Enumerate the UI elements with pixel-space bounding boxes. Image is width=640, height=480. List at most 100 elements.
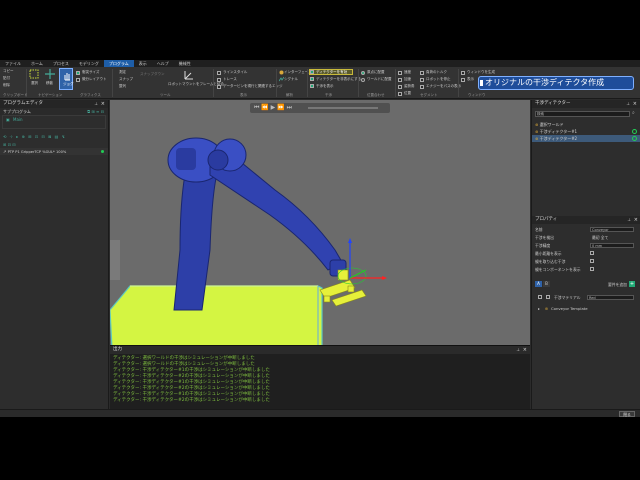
pin-icon[interactable]: ⊥	[95, 100, 98, 108]
menu-help[interactable]: ヘルプ	[152, 60, 174, 67]
detector-item-icon: ⊛	[535, 122, 539, 127]
menu-home[interactable]: ホーム	[26, 60, 48, 67]
energy-label: エナジーをパスの表示	[426, 84, 461, 88]
prop-precision-input[interactable]: 0 mm	[590, 243, 634, 248]
properties-title: プロパティ ⊥ ×	[532, 216, 640, 224]
window-create-checkbox[interactable]	[461, 71, 465, 75]
collision-size-checkbox[interactable]	[76, 71, 80, 75]
align-button[interactable]: 整列	[119, 84, 126, 89]
select-icon[interactable]	[29, 69, 39, 79]
axis-icon[interactable]	[183, 69, 195, 81]
paste-button[interactable]: 貼付	[3, 76, 10, 81]
delete-button[interactable]: 削除	[3, 83, 10, 88]
group-collision: 干渉	[325, 93, 332, 97]
menu-view[interactable]: 表示	[134, 60, 152, 67]
snapdown-button[interactable]: スナップダウン	[140, 72, 165, 77]
properties-close-icon[interactable]: ×	[634, 216, 638, 224]
show-collision-label: 干渉を表示	[316, 84, 334, 88]
accel-label: 加速	[404, 77, 411, 81]
detector-search-input[interactable]: 検索	[535, 111, 630, 117]
prop-name-input[interactable]: Conveyor	[590, 227, 634, 232]
menu-program[interactable]: プログラム	[103, 60, 134, 67]
tab-a[interactable]: A	[535, 281, 542, 287]
detector-item[interactable]: ⊛ 選択ワールド	[532, 121, 640, 128]
tree-item[interactable]: Conveyor Template	[551, 306, 588, 311]
tab-b[interactable]: B	[543, 281, 550, 287]
statement-toolbar[interactable]: ⟲ ⊹ ▸ ⊕ ⊞ ⊡ ⊟ ⊠ ▤ ↯	[0, 133, 108, 140]
show-collision-checkbox[interactable]	[310, 84, 314, 88]
statement-toolbar-2[interactable]: ⊞ ⊡ ⊟	[0, 141, 108, 148]
detector-active-ring	[632, 136, 637, 141]
origin-label: 原点に配置	[367, 70, 385, 74]
3d-viewport[interactable]: ⏮ ⏪ ▶ ⏩ ⏭	[110, 100, 530, 348]
detector-item-selected[interactable]: ⊛ 干渉ディテクター#2	[532, 135, 640, 142]
copy-button[interactable]: コピー	[3, 69, 14, 74]
edge-checkbox[interactable]	[217, 85, 221, 89]
detector-item[interactable]: ⊛ 干渉ディテクター#1	[532, 128, 640, 135]
main-item[interactable]: Main	[13, 116, 23, 123]
detector-close-icon[interactable]: ×	[633, 100, 637, 108]
close-icon[interactable]: ×	[101, 100, 105, 108]
hide-detector-checkbox[interactable]	[310, 77, 314, 81]
material-select[interactable]: Red	[587, 295, 634, 300]
prop-parent-checkbox[interactable]	[590, 259, 594, 263]
group-alignment: 位置合わせ	[367, 93, 385, 97]
tree-expand-icon[interactable]: ▸	[538, 306, 540, 311]
accel-checkbox[interactable]	[398, 78, 402, 82]
robot-mount-button[interactable]: ロボットマウントをフレームと結合	[168, 82, 224, 87]
menu-process[interactable]: プロセス	[48, 60, 74, 67]
group-tools: ツール	[160, 93, 171, 97]
jog-label: ジョグ	[63, 82, 74, 86]
y-axis	[349, 269, 367, 279]
output-pin-icon[interactable]: ⊥	[517, 346, 520, 354]
conveyor-body	[110, 285, 323, 348]
program-line[interactable]: ↗ PTP P1 GripperTCP %GUL* 100%	[0, 148, 108, 155]
menu-file[interactable]: ファイル	[0, 60, 26, 67]
group-display: 表示	[240, 93, 247, 97]
prop-detect-radios[interactable]: 最初 全て	[592, 235, 608, 241]
robot-stop-checkbox[interactable]	[420, 78, 424, 82]
material-checkbox-2[interactable]	[546, 295, 550, 299]
posture-checkbox[interactable]	[398, 85, 402, 89]
subprogram-list: ▣ Main	[2, 115, 106, 129]
trace-checkbox[interactable]	[217, 78, 221, 82]
layout-checkbox[interactable]	[76, 78, 80, 82]
jog-button[interactable]: ジョグ	[59, 68, 74, 90]
add-requirement-button[interactable]: 要件を追加	[608, 282, 627, 288]
add-icon[interactable]: +	[629, 281, 635, 287]
subprogram-label: サブプログラム	[3, 109, 31, 114]
detector-item-icon: ⊛	[535, 129, 539, 134]
prop-name-label: 名前	[535, 227, 543, 232]
position-checkbox[interactable]	[398, 92, 402, 96]
torque-checkbox[interactable]	[420, 71, 424, 75]
menu-machine[interactable]: 機械性	[174, 60, 196, 67]
output-close-icon[interactable]: ×	[523, 346, 527, 354]
move-button[interactable]: 移動	[46, 81, 53, 86]
close-button[interactable]: 閉る	[619, 411, 635, 417]
select-button[interactable]: 選択	[31, 81, 38, 86]
signal-button[interactable]: シグナル	[284, 77, 298, 82]
layout-label: 微分レイアウト	[82, 77, 107, 81]
enable-detector-checkbox[interactable]	[310, 70, 314, 74]
search-icon[interactable]: ⌕	[632, 110, 635, 116]
detector-pin-icon[interactable]: ⊥	[627, 100, 630, 108]
output-title-text: 出力	[113, 347, 122, 352]
material-checkbox[interactable]	[538, 295, 542, 299]
speed-checkbox[interactable]	[398, 71, 402, 75]
menu-modeling[interactable]: モデリング	[74, 60, 104, 67]
snap-button[interactable]: スナップ	[119, 77, 133, 82]
energy-checkbox[interactable]	[420, 85, 424, 89]
properties-pin-icon[interactable]: ⊥	[628, 216, 631, 224]
prop-precision-label: 干渉精度	[535, 243, 551, 248]
origin-radio[interactable]	[361, 71, 365, 75]
window-show-checkbox[interactable]	[461, 78, 465, 82]
linestyle-checkbox[interactable]	[217, 71, 221, 75]
prop-min-distance-checkbox[interactable]	[590, 251, 594, 255]
measure-button[interactable]: 測定	[119, 70, 126, 75]
title-banner: オリジナルの干渉ディテクタ作成	[478, 76, 634, 90]
move-icon[interactable]	[45, 69, 55, 79]
world-radio[interactable]	[361, 78, 365, 82]
properties-title-text: プロパティ	[535, 217, 558, 222]
prop-component-checkbox[interactable]	[590, 267, 594, 271]
subprogram-tools-icon[interactable]: ⧉ ⊞ ≡ ⊟	[87, 108, 104, 115]
